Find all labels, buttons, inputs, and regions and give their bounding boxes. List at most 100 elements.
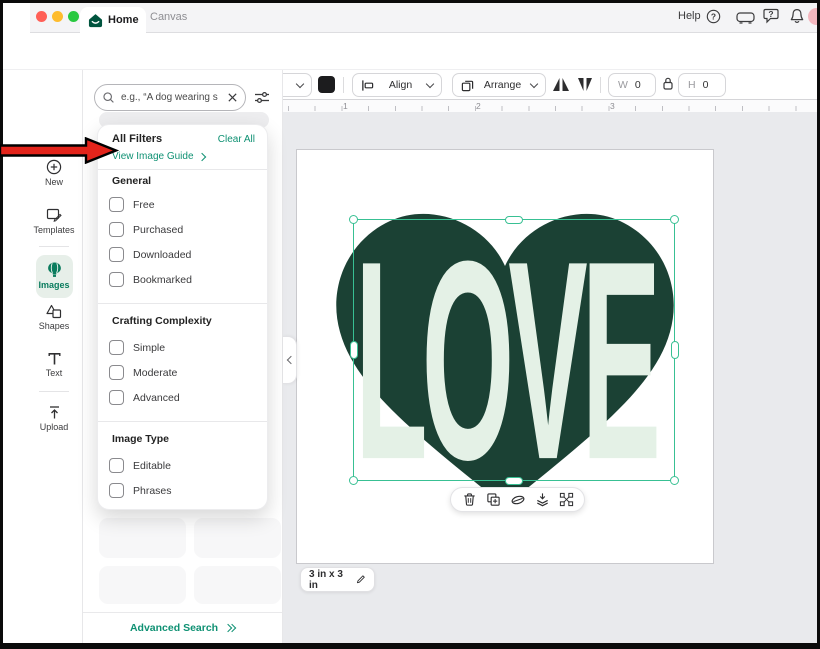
view-image-guide-link[interactable]: View Image Guide [112, 151, 194, 162]
filter-option-label: Simple [133, 342, 165, 354]
filter-option-moderate[interactable]: Moderate [109, 365, 177, 380]
filter-option-purchased[interactable]: Purchased [109, 222, 183, 237]
avatar[interactable] [808, 8, 820, 25]
advanced-search-link[interactable]: Advanced Search [83, 622, 282, 634]
sidebar-item-templates[interactable]: Templates [26, 207, 82, 235]
panel-collapse-button[interactable] [283, 336, 297, 384]
checkbox[interactable] [109, 483, 124, 498]
checkbox[interactable] [109, 365, 124, 380]
align-dropdown[interactable]: Align [352, 73, 442, 97]
arrange-dropdown[interactable]: Arrange [452, 73, 546, 97]
chevron-down-icon [530, 79, 538, 87]
checkbox[interactable] [109, 247, 124, 262]
align-left-icon [361, 79, 374, 92]
filter-option-label: Bookmarked [133, 274, 192, 286]
checkbox[interactable] [109, 340, 124, 355]
sidebar-item-upload[interactable]: Upload [26, 405, 82, 432]
filter-option-editable[interactable]: Editable [109, 458, 171, 473]
resize-handle-right[interactable] [671, 341, 679, 359]
tab-canvas[interactable]: Canvas [150, 11, 187, 23]
sidebar-item-label: Shapes [26, 321, 82, 331]
resize-handle-bottom-left[interactable] [349, 476, 358, 485]
image-search-box[interactable] [94, 84, 246, 111]
arrange-layers-icon [461, 79, 474, 92]
sidebar-item-label: New [26, 177, 82, 187]
resize-handle-left[interactable] [350, 341, 358, 359]
checkbox[interactable] [109, 197, 124, 212]
horizontal-ruler: 1 2 3 [283, 99, 820, 112]
titlebar-left-strip [0, 0, 30, 33]
sidebar-item-images[interactable]: Images [26, 261, 82, 290]
filters-divider [98, 303, 267, 304]
sidebar-item-text[interactable]: Text [26, 351, 82, 378]
filters-divider [98, 169, 267, 170]
chevron-down-icon [296, 79, 304, 87]
image-placeholder-tile [99, 566, 186, 604]
attach-icon[interactable] [559, 492, 574, 507]
duplicate-icon[interactable] [486, 492, 501, 507]
selection-bounding-box[interactable] [353, 219, 675, 481]
section-title-general: General [112, 175, 255, 187]
shapes-icon [46, 304, 62, 319]
sidebar-item-label: Templates [26, 225, 82, 235]
zoom-button[interactable] [68, 11, 79, 22]
filter-option-advanced[interactable]: Advanced [109, 390, 180, 405]
flip-horizontal-icon[interactable] [552, 77, 570, 92]
filter-option-bookmarked[interactable]: Bookmarked [109, 272, 192, 287]
sidebar-item-label: Upload [26, 422, 82, 432]
filter-option-label: Phrases [133, 485, 172, 497]
annotation-arrow [0, 137, 120, 164]
titlebar: Home Canvas Help ? ? [0, 0, 820, 33]
edit-pencil-icon[interactable] [355, 573, 366, 586]
sidebar-divider [39, 246, 69, 247]
filter-option-label: Downloaded [133, 249, 191, 261]
checkbox[interactable] [109, 272, 124, 287]
color-swatch[interactable] [318, 76, 335, 93]
close-button[interactable] [36, 11, 47, 22]
clear-search-icon[interactable] [227, 92, 238, 103]
filter-option-phrases[interactable]: Phrases [109, 483, 172, 498]
search-input[interactable] [119, 91, 223, 104]
checkbox[interactable] [109, 390, 124, 405]
width-label: W [618, 79, 628, 91]
support-chat-icon[interactable]: ? [763, 8, 779, 25]
resize-handle-bottom[interactable] [505, 477, 523, 485]
flatten-icon[interactable] [535, 492, 550, 507]
size-badge[interactable]: 3 in x 3 in [300, 567, 375, 592]
header: Untitled Project* T-Shirt • Iron On (HTV… [0, 33, 820, 70]
size-badge-label: 3 in x 3 in [309, 569, 349, 591]
help-label[interactable]: Help [678, 10, 701, 22]
notifications-bell-icon[interactable] [789, 8, 805, 25]
clear-all-link[interactable]: Clear All [218, 134, 255, 145]
width-value: 0 [635, 79, 641, 91]
tab-home[interactable]: Home [80, 7, 146, 33]
filter-option-free[interactable]: Free [109, 197, 155, 212]
filter-option-simple[interactable]: Simple [109, 340, 165, 355]
width-field[interactable]: W 0 [608, 73, 656, 97]
lock-icon[interactable] [662, 76, 674, 91]
ruler-number: 1 [343, 101, 348, 111]
delete-trash-icon[interactable] [462, 492, 477, 507]
advanced-search-label: Advanced Search [130, 622, 218, 634]
height-field[interactable]: H 0 [678, 73, 726, 97]
chevron-right-icon [197, 152, 205, 160]
resize-handle-top-left[interactable] [349, 215, 358, 224]
filter-option-downloaded[interactable]: Downloaded [109, 247, 191, 262]
checkbox[interactable] [109, 458, 124, 473]
resize-handle-top[interactable] [505, 216, 523, 224]
hide-icon[interactable] [510, 493, 526, 507]
checkbox[interactable] [109, 222, 124, 237]
resize-handle-top-right[interactable] [670, 215, 679, 224]
resize-handle-bottom-right[interactable] [670, 476, 679, 485]
machine-icon[interactable] [736, 12, 755, 24]
search-icon [102, 91, 115, 104]
section-title-image-type: Image Type [112, 433, 255, 445]
flip-vertical-icon[interactable] [578, 76, 593, 94]
sidebar-item-shapes[interactable]: Shapes [26, 304, 82, 331]
filters-divider [98, 421, 267, 422]
minimize-button[interactable] [52, 11, 63, 22]
help-question-icon[interactable]: ? [706, 9, 721, 24]
section-title-complexity: Crafting Complexity [112, 315, 255, 327]
filter-sliders-icon[interactable] [254, 90, 270, 105]
tab-home-label: Home [108, 14, 139, 26]
